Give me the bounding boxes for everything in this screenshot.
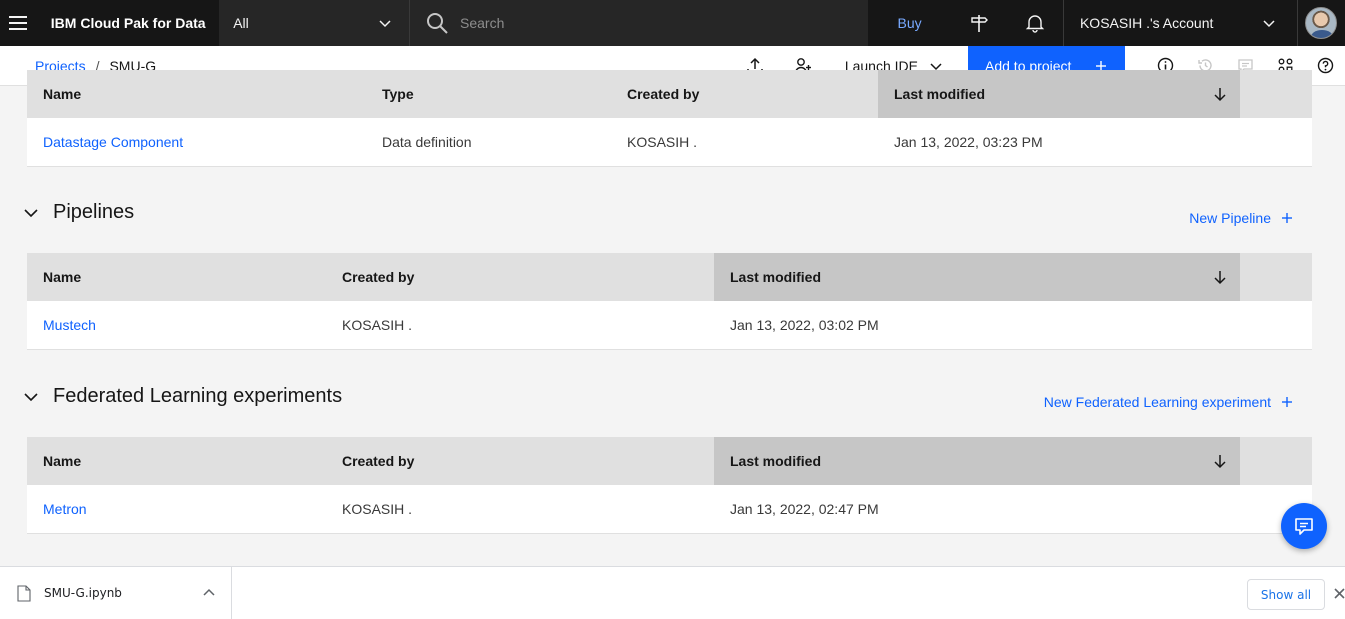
global-search-input[interactable]: Search: [410, 0, 869, 46]
user-avatar-button[interactable]: [1298, 0, 1345, 46]
column-header-actions: [1240, 253, 1312, 301]
menu-button[interactable]: [0, 0, 37, 46]
table-header: Name Type Created by Last modified: [27, 70, 1312, 118]
notifications-button[interactable]: [1007, 0, 1063, 46]
row-created-by: KOSASIH .: [342, 501, 413, 517]
chat-icon: [1295, 518, 1313, 535]
sort-arrow-down-icon: [1214, 271, 1226, 285]
chevron-down-icon: [24, 392, 38, 401]
row-last-modified: Jan 13, 2022, 02:47 PM: [730, 501, 879, 517]
column-header-last-modified-label: Last modified: [894, 86, 986, 102]
data-definitions-table: Name Type Created by Last modified Datas…: [27, 70, 1312, 167]
column-header-last-modified-label: Last modified: [730, 453, 822, 469]
plus-icon: [1282, 213, 1292, 223]
bell-icon: [1025, 15, 1045, 33]
download-item[interactable]: SMU-G.ipynb: [0, 566, 232, 619]
column-header-name[interactable]: Name: [27, 437, 326, 485]
product-name[interactable]: IBM Cloud Pak for Data: [37, 0, 219, 46]
pipelines-table: Name Created by Last modified Mustech KO…: [27, 253, 1312, 350]
new-federated-experiment-label: New Federated Learning experiment: [1043, 394, 1271, 410]
downloads-bar: SMU-G.ipynb Show all: [0, 566, 1345, 619]
search-scope-dropdown[interactable]: All: [219, 0, 411, 46]
chat-assistant-button[interactable]: [1281, 503, 1327, 549]
account-name: KOSASIH .'s Account: [1079, 15, 1214, 31]
column-header-created-by[interactable]: Created by: [326, 437, 714, 485]
row-last-modified: Jan 13, 2022, 03:02 PM: [730, 317, 879, 333]
federated-table: Name Created by Last modified Metron KOS…: [27, 437, 1312, 534]
row-last-modified: Jan 13, 2022, 03:23 PM: [894, 134, 1043, 150]
search-placeholder: Search: [460, 15, 505, 31]
federated-section-title: Federated Learning experiments: [53, 385, 343, 407]
column-header-last-modified[interactable]: Last modified: [878, 70, 1240, 118]
close-downloads-bar-button[interactable]: [1334, 585, 1345, 602]
account-switcher[interactable]: KOSASIH .'s Account: [1062, 0, 1298, 46]
table-row[interactable]: Mustech KOSASIH . Jan 13, 2022, 03:02 PM: [27, 301, 1312, 350]
column-header-created-by[interactable]: Created by: [326, 253, 714, 301]
chevron-up-icon[interactable]: [203, 587, 215, 599]
plus-icon: [1282, 397, 1292, 407]
avatar: [1305, 7, 1338, 39]
sort-arrow-down-icon: [1214, 455, 1226, 469]
hamburger-icon: [9, 16, 28, 30]
chevron-down-icon: [1263, 20, 1275, 28]
table-header: Name Created by Last modified: [27, 253, 1312, 301]
column-header-last-modified[interactable]: Last modified: [714, 253, 1240, 301]
row-name-link[interactable]: Metron: [27, 501, 326, 517]
search-icon: [427, 13, 448, 34]
show-all-downloads-button[interactable]: Show all: [1247, 579, 1325, 610]
download-file-name: SMU-G.ipynb: [44, 586, 122, 600]
column-header-type[interactable]: Type: [366, 70, 611, 118]
chevron-down-icon: [379, 20, 391, 28]
row-type: Data definition: [382, 134, 472, 150]
close-icon: [1334, 588, 1345, 599]
row-name-link[interactable]: Datastage Component: [27, 134, 366, 150]
column-header-created-by[interactable]: Created by: [611, 70, 878, 118]
chevron-down-icon: [24, 208, 38, 217]
table-header: Name Created by Last modified: [27, 437, 1312, 485]
column-header-name[interactable]: Name: [27, 70, 366, 118]
row-created-by: KOSASIH .: [342, 317, 413, 333]
pipelines-section-toggle[interactable]: Pipelines: [22, 201, 134, 224]
column-header-name[interactable]: Name: [27, 253, 326, 301]
column-header-last-modified-label: Last modified: [730, 269, 822, 285]
new-pipeline-label: New Pipeline: [1189, 210, 1271, 226]
help-icon: [1317, 57, 1333, 74]
pipelines-section-title: Pipelines: [53, 201, 135, 223]
table-row[interactable]: Datastage Component Data definition KOSA…: [27, 118, 1312, 167]
signpost-button[interactable]: [951, 0, 1007, 46]
table-row[interactable]: Metron KOSASIH . Jan 13, 2022, 02:47 PM: [27, 485, 1312, 534]
search-scope-value: All: [233, 15, 249, 31]
federated-section-toggle[interactable]: Federated Learning experiments: [22, 385, 342, 408]
row-name-link[interactable]: Mustech: [27, 317, 326, 333]
column-header-last-modified[interactable]: Last modified: [714, 437, 1240, 485]
file-icon: [17, 584, 31, 602]
column-header-actions: [1240, 437, 1312, 485]
new-pipeline-button[interactable]: New Pipeline: [1189, 210, 1293, 226]
new-federated-experiment-button[interactable]: New Federated Learning experiment: [1044, 394, 1293, 410]
buy-link[interactable]: Buy: [868, 0, 950, 46]
signpost-icon: [971, 15, 988, 32]
top-nav-bar: IBM Cloud Pak for Data All Search Buy KO…: [0, 0, 1345, 46]
column-header-actions: [1240, 70, 1312, 118]
sort-arrow-down-icon: [1214, 88, 1226, 102]
row-created-by: KOSASIH .: [627, 134, 698, 150]
